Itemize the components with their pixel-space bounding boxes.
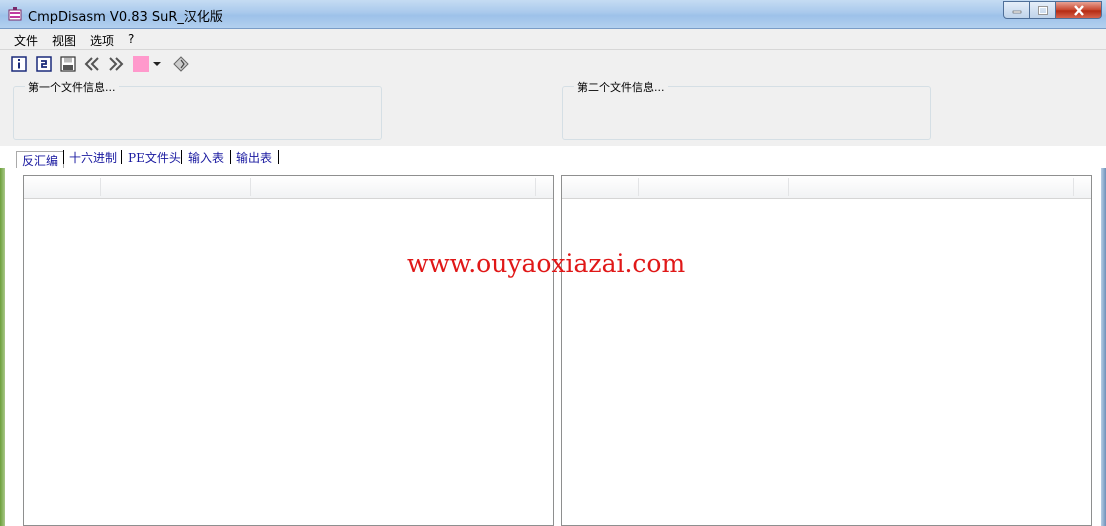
tab-separator <box>63 150 64 164</box>
previous-icon <box>84 57 99 71</box>
right-listview-header <box>562 176 1091 199</box>
diamond-icon <box>173 56 189 72</box>
window-controls <box>1003 1 1102 20</box>
minimize-button[interactable] <box>1003 1 1030 19</box>
menu-view[interactable]: 视图 <box>49 31 79 50</box>
color-swatch <box>133 56 149 72</box>
color-dropdown-button[interactable] <box>151 55 163 73</box>
tab-export-table[interactable]: 输出表 <box>236 149 272 166</box>
menu-options[interactable]: 选项 <box>87 31 117 50</box>
column-divider[interactable] <box>100 178 101 196</box>
info-button[interactable] <box>10 55 28 73</box>
left-listview-header <box>24 176 553 199</box>
right-listview[interactable] <box>561 175 1092 526</box>
tab-disassembly[interactable]: 反汇编 <box>16 151 65 169</box>
color-swatch-button[interactable] <box>132 55 150 73</box>
desktop-edge-left <box>0 168 5 526</box>
next-button[interactable] <box>107 55 125 73</box>
next-icon <box>109 57 124 71</box>
menu-file[interactable]: 文件 <box>11 31 41 50</box>
goto-button[interactable] <box>172 55 190 73</box>
menu-bar: 文件 视图 选项 ? <box>0 29 1106 50</box>
desktop-edge-right <box>1101 168 1106 526</box>
refresh-icon <box>36 56 52 72</box>
previous-button[interactable] <box>83 55 101 73</box>
save-icon <box>60 56 76 72</box>
second-file-info-group: 第二个文件信息... <box>562 79 931 140</box>
info-icon <box>11 56 27 72</box>
tab-strip: 反汇编 十六进制 PE文件头 输入表 输出表 <box>0 146 1106 169</box>
tab-import-table[interactable]: 输入表 <box>188 149 224 166</box>
first-file-info-title: 第一个文件信息... <box>25 79 119 95</box>
toolbar <box>0 52 1106 78</box>
second-file-info-title: 第二个文件信息... <box>574 79 668 95</box>
content-area <box>0 168 1106 526</box>
left-listview[interactable] <box>23 175 554 526</box>
tab-separator <box>230 150 231 164</box>
close-button[interactable] <box>1056 1 1102 19</box>
tab-hex[interactable]: 十六进制 <box>69 149 117 166</box>
watermark-text: www.ouyaoxiazai.com <box>407 249 686 278</box>
column-divider[interactable] <box>788 178 789 196</box>
column-divider[interactable] <box>535 178 536 196</box>
tab-separator <box>121 150 122 164</box>
column-divider[interactable] <box>1073 178 1074 196</box>
dropdown-arrow-icon <box>153 62 161 66</box>
close-icon <box>1073 4 1084 16</box>
tab-pe-header[interactable]: PE文件头 <box>128 149 181 166</box>
refresh-button[interactable] <box>35 55 53 73</box>
tab-separator <box>181 150 182 164</box>
app-icon <box>8 7 22 21</box>
column-divider[interactable] <box>250 178 251 196</box>
column-divider[interactable] <box>638 178 639 196</box>
first-file-info-group: 第一个文件信息... <box>13 79 382 140</box>
maximize-button[interactable] <box>1030 1 1056 19</box>
maximize-icon <box>1037 5 1048 15</box>
title-bar[interactable]: CmpDisasm V0.83 SuR_汉化版 <box>0 0 1106 29</box>
menu-help[interactable]: ? <box>125 31 137 47</box>
window-title: CmpDisasm V0.83 SuR_汉化版 <box>28 10 223 25</box>
tab-separator <box>278 150 279 164</box>
minimize-icon <box>1012 10 1021 14</box>
save-button[interactable] <box>59 55 77 73</box>
